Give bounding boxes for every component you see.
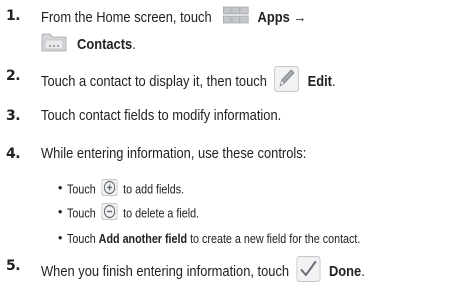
step-number: 3. <box>6 108 21 124</box>
step-text: When you finish entering information, to… <box>41 262 290 280</box>
step-text: While entering information, use these co… <box>41 145 307 163</box>
bullet-text: to create a new field for the contact. <box>190 231 361 246</box>
minus-circle-icon <box>101 203 118 225</box>
apps-label: Apps <box>257 8 290 26</box>
bullet-text: Touch <box>67 206 96 221</box>
step-number: 4. <box>6 146 21 162</box>
done-label: Done <box>328 262 362 280</box>
bullet-text: Touch <box>67 231 96 246</box>
checkmark-icon <box>296 256 321 288</box>
edit-label: Edit <box>307 72 332 90</box>
apps-grid-icon <box>222 6 249 30</box>
step-text: From the Home screen, touch <box>41 8 212 26</box>
contacts-label: Contacts <box>77 35 133 53</box>
step-text: Touch contact fields to modify informati… <box>41 107 282 125</box>
arrow: → <box>293 8 307 26</box>
step-number: 5. <box>6 258 21 274</box>
step-number: 1. <box>6 8 21 24</box>
bullet-text: to delete a field. <box>123 206 200 221</box>
plus-circle-icon <box>101 179 118 201</box>
bullet-dot: • <box>58 205 63 219</box>
contacts-app-icon <box>41 31 67 58</box>
add-another-field-label: Add another field <box>98 231 188 246</box>
step-text: Touch a contact to display it, then touc… <box>41 72 267 90</box>
pencil-edit-icon <box>273 66 299 98</box>
bullet-dot: • <box>58 231 63 245</box>
bullet-dot: • <box>58 181 63 195</box>
bullet-text: Touch <box>67 182 96 197</box>
bullet-text: to add fields. <box>123 182 185 197</box>
step-number: 2. <box>6 68 21 84</box>
